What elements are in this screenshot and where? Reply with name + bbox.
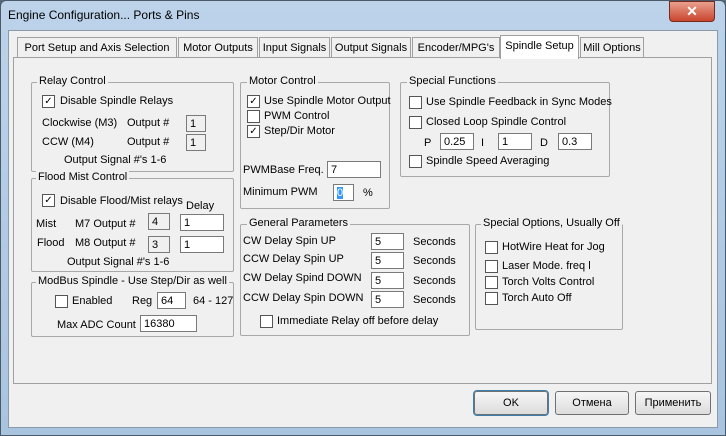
- torch-volts-label: Torch Volts Control: [502, 276, 595, 288]
- disable-spindle-relays-label: Disable Spindle Relays: [60, 95, 174, 107]
- apply-button[interactable]: Применить: [635, 391, 711, 415]
- max-adc-input[interactable]: 16380: [140, 315, 197, 332]
- torch-auto-off-label: Torch Auto Off: [502, 292, 572, 304]
- p-label: P: [424, 137, 432, 149]
- flood-output-footer: Output Signal #'s 1-6: [67, 256, 170, 268]
- use-spindle-motor-label: Use Spindle Motor Output: [264, 95, 391, 107]
- cw-spin-down-label: CW Delay Spind DOWN: [243, 272, 362, 284]
- ccw-output-label: Output #: [127, 136, 170, 148]
- ccw-spin-up-label: CCW Delay Spin UP: [243, 253, 344, 265]
- tab-output-signals[interactable]: Output Signals: [331, 37, 411, 58]
- ccw-output-field[interactable]: 1: [186, 134, 206, 151]
- ccw-spin-down-label: CCW Delay Spin DOWN: [243, 292, 364, 304]
- pwm-base-input[interactable]: 7: [327, 161, 381, 178]
- tab-mill-options[interactable]: Mill Options: [580, 37, 644, 58]
- spindle-feedback-label: Use Spindle Feedback in Sync Modes: [426, 96, 612, 108]
- tab-input-signals[interactable]: Input Signals: [259, 37, 330, 58]
- p-input[interactable]: 0.25: [440, 133, 474, 150]
- ccw-spin-up-unit: Seconds: [413, 255, 456, 267]
- min-pwm-input[interactable]: 0: [333, 184, 354, 201]
- window-title: Engine Configuration... Ports & Pins: [8, 8, 200, 22]
- cw-spin-down-unit: Seconds: [413, 275, 456, 287]
- hotwire-label: HotWire Heat for Jog: [502, 241, 605, 253]
- reg-range: 64 - 127: [193, 295, 234, 307]
- motor-control-title: Motor Control: [247, 75, 318, 87]
- flood-label: Flood: [37, 237, 65, 249]
- i-label: I: [481, 137, 485, 149]
- close-button[interactable]: ✕: [669, 1, 715, 22]
- step-dir-label: Step/Dir Motor: [264, 125, 335, 137]
- ccw-spin-down-unit: Seconds: [413, 294, 456, 306]
- modbus-enabled-checkbox[interactable]: [55, 295, 68, 308]
- torch-volts-checkbox[interactable]: [485, 276, 498, 289]
- disable-flood-mist-label: Disable Flood/Mist relays: [60, 195, 183, 207]
- cw-spin-up-input[interactable]: 5: [371, 233, 404, 250]
- min-pwm-label: Minimum PWM: [243, 186, 318, 198]
- clockwise-label: Clockwise (M3): [42, 117, 118, 129]
- tab-port-setup[interactable]: Port Setup and Axis Selection: [17, 37, 177, 58]
- pwm-control-label: PWM Control: [264, 110, 330, 122]
- tab-motor-outputs[interactable]: Motor Outputs: [178, 37, 258, 58]
- special-functions-title: Special Functions: [407, 75, 498, 87]
- pwm-control-checkbox[interactable]: [247, 110, 260, 123]
- disable-flood-mist-checkbox[interactable]: ✓: [42, 194, 55, 207]
- speed-averaging-label: Spindle Speed Averaging: [426, 155, 550, 167]
- mist-delay-input[interactable]: 1: [180, 214, 224, 231]
- pwm-base-label: PWMBase Freq.: [243, 164, 324, 176]
- mist-label: Mist: [36, 218, 57, 230]
- modbus-title: ModBus Spindle - Use Step/Dir as well: [36, 275, 229, 287]
- ccw-spin-down-input[interactable]: 5: [371, 291, 404, 308]
- cw-output-label: Output #: [127, 117, 170, 129]
- immediate-relay-label: Immediate Relay off before delay: [277, 315, 439, 327]
- step-dir-checkbox[interactable]: ✓: [247, 125, 260, 138]
- m7-output-field[interactable]: 4: [148, 213, 170, 230]
- cancel-button[interactable]: Отмена: [555, 391, 629, 415]
- d-input[interactable]: 0.3: [558, 133, 592, 150]
- immediate-relay-checkbox[interactable]: [260, 315, 273, 328]
- ccw-spin-up-input[interactable]: 5: [371, 252, 404, 269]
- cw-spin-up-unit: Seconds: [413, 236, 456, 248]
- reg-label: Reg: [132, 295, 153, 307]
- d-label: D: [540, 137, 548, 149]
- ccw-label: CCW (M4): [42, 136, 94, 148]
- closed-loop-label: Closed Loop Spindle Control: [426, 116, 567, 128]
- m7-output-label: M7 Output #: [75, 218, 136, 230]
- m8-output-label: M8 Output #: [75, 237, 136, 249]
- tab-spindle-setup[interactable]: Spindle Setup: [500, 35, 579, 59]
- max-adc-label: Max ADC Count: [57, 319, 136, 331]
- relay-output-footer: Output Signal #'s 1-6: [64, 154, 167, 166]
- laser-mode-label: Laser Mode. freq l: [502, 260, 591, 272]
- laser-mode-checkbox[interactable]: [485, 260, 498, 273]
- cw-spin-up-label: CW Delay Spin UP: [243, 235, 336, 247]
- m8-output-field[interactable]: 3: [148, 236, 170, 253]
- modbus-enabled-label: Enabled: [72, 295, 113, 307]
- tab-encoder-mpg[interactable]: Encoder/MPG's: [412, 37, 500, 58]
- reg-input[interactable]: 64: [157, 292, 186, 309]
- hotwire-checkbox[interactable]: [485, 241, 498, 254]
- special-options-title: Special Options, Usually Off: [481, 217, 622, 229]
- percent-label: %: [363, 187, 373, 199]
- general-parameters-title: General Parameters: [247, 217, 351, 229]
- disable-spindle-relays-checkbox[interactable]: ✓: [42, 95, 55, 108]
- torch-auto-off-checkbox[interactable]: [485, 292, 498, 305]
- closed-loop-checkbox[interactable]: [409, 116, 422, 129]
- delay-label: Delay: [186, 200, 215, 212]
- flood-delay-input[interactable]: 1: [180, 236, 224, 253]
- min-pwm-value: 0: [337, 187, 344, 199]
- flood-mist-title: Flood Mist Control: [36, 171, 130, 183]
- relay-control-title: Relay Control: [37, 75, 108, 87]
- i-input[interactable]: 1: [498, 133, 532, 150]
- cw-output-field[interactable]: 1: [186, 115, 206, 132]
- speed-averaging-checkbox[interactable]: [409, 155, 422, 168]
- ok-button[interactable]: OK: [473, 390, 549, 416]
- use-spindle-motor-checkbox[interactable]: ✓: [247, 95, 260, 108]
- cw-spin-down-input[interactable]: 5: [371, 272, 404, 289]
- spindle-feedback-checkbox[interactable]: [409, 96, 422, 109]
